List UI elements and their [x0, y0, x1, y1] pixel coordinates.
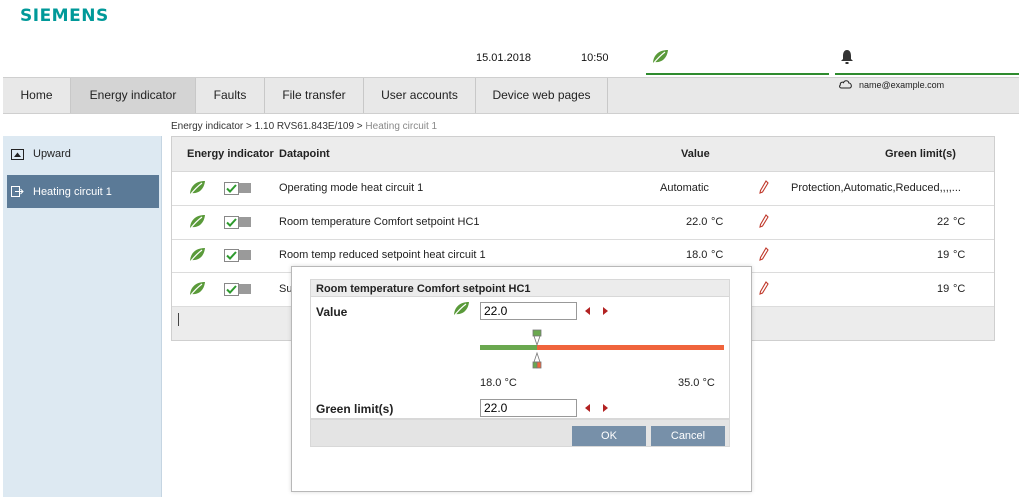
sidebar-item-upward[interactable]: Upward [7, 139, 159, 169]
green-limit-label: Green limit(s) [316, 402, 394, 416]
breadcrumb-energy-indicator[interactable]: Energy indicator [171, 121, 243, 132]
leaf-icon [188, 247, 206, 263]
green-limit-unit: °C [953, 283, 966, 295]
datapoint-name: Room temperature Comfort setpoint HC1 [279, 216, 480, 228]
header-green-limits: Green limit(s) [885, 148, 956, 160]
ok-button[interactable]: OK [572, 426, 646, 446]
decrement-limit-arrow[interactable] [585, 404, 590, 412]
green-limit-unit: °C [953, 216, 966, 228]
nav-file-transfer[interactable]: File transfer [265, 78, 364, 113]
table-header: Energy indicator Datapoint Value Green l… [172, 137, 994, 172]
leaf-icon [188, 180, 206, 196]
leaf-icon [188, 281, 206, 297]
energy-checkbox[interactable] [224, 283, 252, 296]
datapoint-value: 22.0 [686, 216, 708, 228]
slider-min-label: 18.0 °C [480, 377, 517, 389]
datapoint-name: Operating mode heat circuit 1 [279, 182, 424, 194]
increment-limit-arrow[interactable] [603, 404, 608, 412]
green-limit-value: 19 [937, 249, 950, 261]
dialog-body: Value 18.0 °C 35.0 °C Green limit(s) [310, 297, 730, 419]
edit-datapoint-dialog: Room temperature Comfort setpoint HC1 Va… [291, 266, 752, 492]
dialog-footer: OK Cancel [310, 419, 730, 447]
green-limit-unit: °C [953, 249, 966, 261]
header-energy-indicator: Energy indicator [187, 148, 274, 160]
enter-icon [11, 186, 25, 197]
breadcrumb-device[interactable]: 1.10 RVS61.843E/109 [255, 121, 354, 132]
green-limit-value: 19 [937, 283, 950, 295]
user-email: name@example.com [859, 80, 945, 90]
table-row[interactable]: Operating mode heat circuit 1 Automatic … [172, 172, 994, 206]
breadcrumb-current: Heating circuit 1 [365, 121, 438, 132]
leaf-icon [452, 301, 470, 320]
bell-icon[interactable] [840, 49, 854, 68]
datapoint-value: Automatic [660, 182, 709, 194]
increment-value-arrow[interactable] [603, 307, 608, 315]
green-limit-value: Protection,Automatic,Reduced,,,,... [791, 182, 961, 194]
value-slider[interactable] [480, 329, 724, 369]
alarm-status-bar [835, 73, 1019, 75]
leaf-icon[interactable] [651, 49, 669, 68]
header-datapoint: Datapoint [279, 148, 330, 160]
breadcrumb: Energy indicator > 1.10 RVS61.843E/109 >… [171, 121, 437, 132]
table-row[interactable]: Room temperature Comfort setpoint HC1 22… [172, 206, 994, 240]
edit-pencil-icon[interactable] [759, 247, 769, 263]
nav-energy-indicator[interactable]: Energy indicator [71, 78, 196, 113]
decrement-value-arrow[interactable] [585, 307, 590, 315]
dialog-title: Room temperature Comfort setpoint HC1 [310, 279, 730, 297]
green-limit-value: 22 [937, 216, 950, 228]
cloud-icon [838, 79, 853, 91]
breadcrumb-separator: > [246, 121, 252, 132]
nav-device-web-pages[interactable]: Device web pages [476, 78, 608, 113]
energy-checkbox[interactable] [224, 216, 252, 229]
green-limit-input[interactable] [480, 399, 577, 417]
nav-faults[interactable]: Faults [196, 78, 265, 113]
nav-user-accounts[interactable]: User accounts [364, 78, 476, 113]
date-display: 15.01.2018 [476, 52, 532, 64]
edit-pencil-icon[interactable] [759, 180, 769, 196]
time-display: 10:50 [581, 52, 609, 64]
sidebar-item-label: Heating circuit 1 [33, 185, 112, 198]
value-input[interactable] [480, 302, 577, 320]
energy-checkbox[interactable] [224, 249, 252, 262]
slider-max-label: 35.0 °C [678, 377, 715, 389]
nav-home[interactable]: Home [3, 78, 71, 113]
header-value: Value [681, 148, 710, 160]
breadcrumb-separator: > [356, 121, 363, 132]
value-label: Value [316, 305, 348, 319]
upward-icon [11, 148, 25, 160]
cancel-button[interactable]: Cancel [651, 426, 725, 446]
datapoint-unit: °C [711, 216, 724, 228]
sidebar-item-heating-circuit-1[interactable]: Heating circuit 1 [7, 175, 159, 208]
edit-pencil-icon[interactable] [759, 281, 769, 297]
leaf-icon [188, 214, 206, 230]
user-info[interactable]: name@example.com [838, 79, 944, 91]
slider-green-range [480, 345, 537, 350]
sidebar-item-label: Upward [33, 148, 71, 160]
siemens-logo: SIEMENS [20, 6, 109, 26]
slider-handle[interactable] [532, 329, 542, 369]
sidebar: Upward Heating circuit 1 [3, 136, 162, 497]
text-cursor [178, 313, 179, 326]
energy-status-bar [646, 73, 829, 75]
slider-orange-range [537, 345, 724, 350]
edit-pencil-icon[interactable] [759, 214, 769, 230]
energy-checkbox[interactable] [224, 182, 252, 195]
